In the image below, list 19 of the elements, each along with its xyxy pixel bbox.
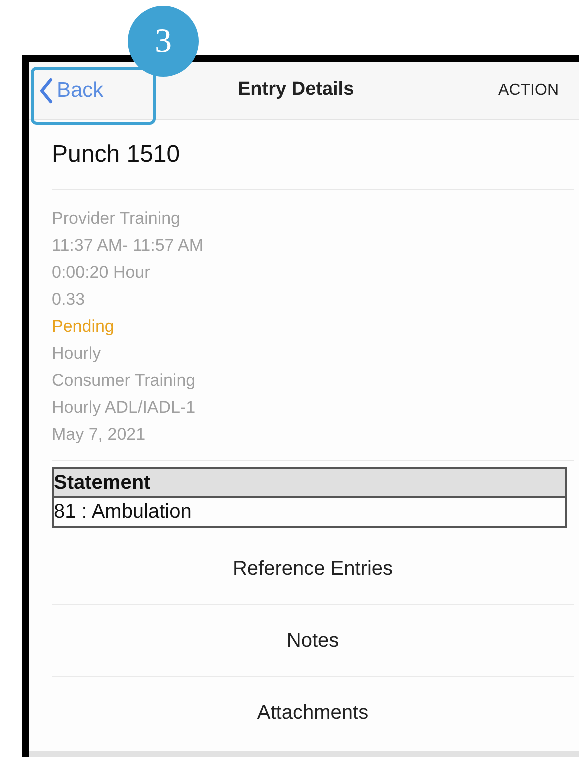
table-cell-text: 81 : Ambulation [54,500,193,525]
table-header: Statement [54,469,565,498]
detail-text: May 7, 2021 [52,424,147,446]
detail-text: Hourly ADL/IADL-1 [52,397,197,419]
menu-link[interactable]: Notes [52,605,574,677]
status-text: Pending [52,316,116,338]
menu-link[interactable]: Reference Entries [52,533,574,605]
detail-text: 0:00:20 Hour [52,262,152,284]
detail-text: 0.33 [52,289,86,311]
menu-link[interactable]: Attachments [52,677,574,749]
detail-text: Consumer Training [52,370,197,392]
detail-text: Provider Training [52,208,182,230]
entry-title: Punch 1510 [52,120,574,190]
screen-title: Entry Details [238,78,354,102]
detail-text: 11:37 AM- 11:57 AM [52,235,205,257]
action-button[interactable]: ACTION [498,78,559,102]
step-badge: 3 [128,6,199,77]
detail-text: Hourly [52,343,102,365]
chevron-left-icon [39,78,53,104]
